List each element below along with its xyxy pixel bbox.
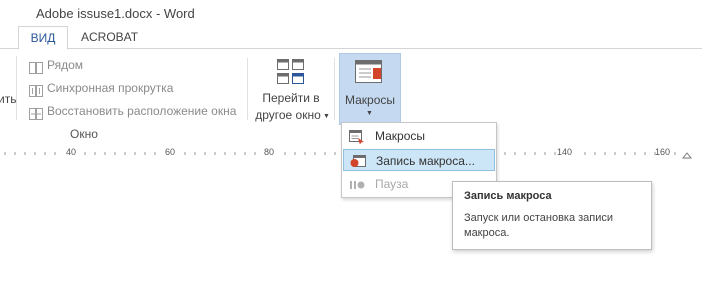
switch-windows-button[interactable]: Перейти в другое окно ▼ — [252, 54, 330, 126]
tooltip-title: Запись макроса — [464, 190, 552, 202]
ruler-tick-label: 40 — [66, 147, 77, 157]
menu-item-label: Запись макроса... — [376, 154, 475, 168]
switch-windows-label-line1: Перейти в — [262, 91, 320, 105]
window-group-label: Окно — [70, 127, 98, 141]
record-macro-icon — [350, 154, 366, 168]
side-by-side-icon — [29, 60, 43, 74]
group-separator — [247, 58, 248, 120]
record-macro-tooltip: Запись макроса Запуск или остановка запи… — [452, 181, 652, 250]
side-by-side-label: Рядом — [47, 58, 84, 72]
tab-acrobat[interactable]: ACROBAT — [70, 26, 149, 48]
view-macros-icon — [349, 129, 365, 145]
macros-button[interactable]: Макросы ▼ — [339, 53, 401, 125]
sync-scroll-icon — [29, 83, 43, 97]
tooltip-body: Запуск или остановка записи макроса. — [464, 212, 614, 239]
sync-scroll-button[interactable]: Синхронная прокрутка — [29, 78, 173, 98]
ruler-tick-label: 80 — [264, 147, 275, 157]
chevron-down-icon: ▼ — [323, 113, 330, 120]
pause-recording-icon — [349, 177, 365, 191]
side-by-side-button[interactable]: Рядом — [29, 55, 83, 75]
title-bar: Adobe issuse1.docx - Word — [0, 0, 702, 24]
group-separator — [16, 56, 17, 120]
ruler-tick-label: 140 — [557, 147, 573, 157]
reset-window-button[interactable]: Восстановить расположение окна — [29, 101, 236, 121]
reset-window-label: Восстановить расположение окна — [47, 104, 237, 118]
partial-ribbon-label[interactable]: ить — [0, 92, 16, 106]
menu-item-label: Макросы — [375, 129, 426, 143]
switch-windows-icon — [276, 58, 306, 89]
tab-view[interactable]: ВИД — [18, 26, 68, 50]
group-separator — [334, 58, 335, 120]
sync-scroll-label: Синхронная прокрутка — [47, 81, 174, 95]
ruler-tick-label: 160 — [655, 147, 671, 157]
reset-window-icon — [29, 106, 43, 120]
menu-item-label: Пауза — [375, 177, 409, 191]
menu-item-record-macro[interactable]: Запись макроса... — [343, 149, 495, 171]
macros-icon — [354, 59, 384, 88]
chevron-down-icon: ▼ — [366, 110, 373, 117]
menu-item-view-macros[interactable]: Макросы — [343, 125, 495, 147]
switch-windows-label-line2: другое окно — [255, 108, 321, 122]
macros-button-label: Макросы — [344, 93, 396, 107]
window-title: Adobe issuse1.docx - Word — [36, 6, 195, 21]
ruler-tick-label: 60 — [165, 147, 176, 157]
